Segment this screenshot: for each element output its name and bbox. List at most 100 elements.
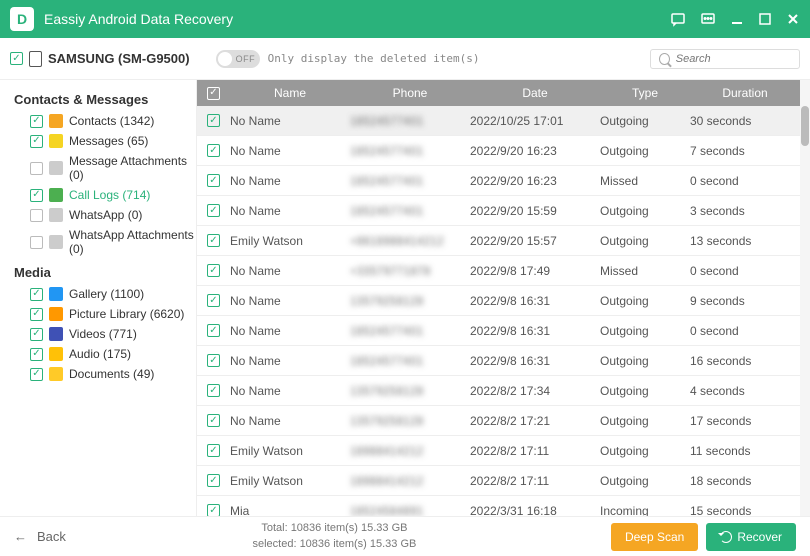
sidebar-item-label: Audio (175): [69, 347, 131, 361]
table-row[interactable]: No Name185245774012022/9/20 16:23Missed0…: [197, 166, 800, 196]
table-row[interactable]: No Name135792581282022/9/8 16:31Outgoing…: [197, 286, 800, 316]
table-row[interactable]: No Name+335797718782022/9/8 17:49Missed0…: [197, 256, 800, 286]
comment-icon[interactable]: [700, 11, 716, 27]
scroll-thumb[interactable]: [801, 106, 809, 146]
cell-name: No Name: [230, 144, 350, 158]
sidebar-item-checkbox[interactable]: [30, 328, 43, 341]
table-row[interactable]: Emily Watson+86189884142122022/9/20 15:5…: [197, 226, 800, 256]
search-box[interactable]: [650, 49, 800, 69]
cell-name: No Name: [230, 324, 350, 338]
deep-scan-button[interactable]: Deep Scan: [611, 523, 698, 551]
sidebar-item-checkbox[interactable]: [30, 288, 43, 301]
cell-phone: 13579258128: [350, 414, 470, 428]
cell-phone: 18524577401: [350, 114, 470, 128]
cell-date: 2022/10/25 17:01: [470, 114, 600, 128]
row-checkbox[interactable]: [207, 444, 220, 457]
cell-phone: 18524577401: [350, 324, 470, 338]
sidebar-item-checkbox[interactable]: [30, 368, 43, 381]
col-date[interactable]: Date: [470, 86, 600, 100]
table-row[interactable]: Emily Watson189884142122022/8/2 17:11Out…: [197, 466, 800, 496]
row-checkbox[interactable]: [207, 234, 220, 247]
row-checkbox[interactable]: [207, 174, 220, 187]
sidebar-item[interactable]: Message Attachments (0): [14, 151, 196, 185]
maximize-icon[interactable]: [758, 12, 772, 26]
total-line: Total: 10836 item(s) 15.33 GB: [66, 521, 603, 536]
sidebar-item[interactable]: Contacts (1342): [14, 111, 196, 131]
cell-date: 2022/9/20 16:23: [470, 174, 600, 188]
phone-icon: [29, 51, 42, 67]
sidebar-item-checkbox[interactable]: [30, 236, 43, 249]
sidebar-item[interactable]: Gallery (1100): [14, 284, 196, 304]
close-icon[interactable]: [786, 12, 800, 26]
table-row[interactable]: Mia185245848912022/3/31 16:18Incoming15 …: [197, 496, 800, 516]
deleted-only-toggle[interactable]: OFF: [216, 50, 260, 68]
sidebar-item-checkbox[interactable]: [30, 189, 43, 202]
table-row[interactable]: No Name185245774012022/10/25 17:01Outgoi…: [197, 106, 800, 136]
recover-button[interactable]: Recover: [706, 523, 796, 551]
sidebar-item[interactable]: Videos (771): [14, 324, 196, 344]
row-checkbox[interactable]: [207, 264, 220, 277]
row-checkbox[interactable]: [207, 114, 220, 127]
cell-duration: 11 seconds: [690, 444, 800, 458]
device-checkbox[interactable]: [10, 52, 23, 65]
sidebar-item-checkbox[interactable]: [30, 162, 43, 175]
cell-phone: 18988414212: [350, 444, 470, 458]
col-type[interactable]: Type: [600, 86, 690, 100]
sidebar-item[interactable]: Audio (175): [14, 344, 196, 364]
sidebar-item-checkbox[interactable]: [30, 348, 43, 361]
col-phone[interactable]: Phone: [350, 86, 470, 100]
sidebar-item[interactable]: Messages (65): [14, 131, 196, 151]
cell-duration: 0 second: [690, 174, 800, 188]
content-pane: Name Phone Date Type Duration No Name185…: [196, 80, 810, 516]
row-checkbox[interactable]: [207, 384, 220, 397]
table-row[interactable]: No Name185245774012022/9/8 16:31Outgoing…: [197, 316, 800, 346]
sidebar-item-checkbox[interactable]: [30, 209, 43, 222]
select-all-checkbox[interactable]: [207, 87, 220, 100]
col-duration[interactable]: Duration: [690, 86, 800, 100]
toggle-knob: [218, 52, 232, 66]
table-row[interactable]: No Name185245774012022/9/20 15:59Outgoin…: [197, 196, 800, 226]
row-checkbox[interactable]: [207, 354, 220, 367]
back-button[interactable]: ← Back: [14, 529, 66, 544]
row-checkbox[interactable]: [207, 294, 220, 307]
recover-icon: [720, 531, 732, 543]
sidebar-item[interactable]: Call Logs (714): [14, 185, 196, 205]
sidebar-item-checkbox[interactable]: [30, 115, 43, 128]
row-checkbox[interactable]: [207, 144, 220, 157]
cell-type: Outgoing: [600, 204, 690, 218]
search-input[interactable]: [676, 53, 791, 65]
row-checkbox[interactable]: [207, 504, 220, 516]
sidebar-item[interactable]: Documents (49): [14, 364, 196, 384]
cell-type: Incoming: [600, 504, 690, 517]
row-checkbox[interactable]: [207, 324, 220, 337]
table-row[interactable]: Emily Watson189884142122022/8/2 17:11Out…: [197, 436, 800, 466]
sidebar-item-checkbox[interactable]: [30, 308, 43, 321]
row-checkbox[interactable]: [207, 474, 220, 487]
table-row[interactable]: No Name135792581282022/8/2 17:34Outgoing…: [197, 376, 800, 406]
sidebar-item[interactable]: WhatsApp (0): [14, 205, 196, 225]
cell-duration: 9 seconds: [690, 294, 800, 308]
sidebar-item-icon: [49, 134, 63, 148]
row-checkbox[interactable]: [207, 414, 220, 427]
minimize-icon[interactable]: [730, 12, 744, 26]
col-name[interactable]: Name: [230, 86, 350, 100]
cell-type: Missed: [600, 264, 690, 278]
selected-line: selected: 10836 item(s) 15.33 GB: [66, 537, 603, 552]
sidebar-item-checkbox[interactable]: [30, 135, 43, 148]
cell-name: No Name: [230, 294, 350, 308]
feedback-icon[interactable]: [670, 11, 686, 27]
sidebar-item-label: Picture Library (6620): [69, 307, 184, 321]
row-checkbox[interactable]: [207, 204, 220, 217]
sidebar-item[interactable]: WhatsApp Attachments (0): [14, 225, 196, 259]
sidebar-item-label: Messages (65): [69, 134, 148, 148]
sidebar-item-label: WhatsApp Attachments (0): [69, 228, 196, 256]
table-row[interactable]: No Name185245774012022/9/8 16:31Outgoing…: [197, 346, 800, 376]
cell-phone: 13579258128: [350, 384, 470, 398]
table-row[interactable]: No Name185245774012022/9/20 16:23Outgoin…: [197, 136, 800, 166]
sidebar-item[interactable]: Picture Library (6620): [14, 304, 196, 324]
call-logs-table: Name Phone Date Type Duration No Name185…: [197, 80, 800, 516]
scrollbar[interactable]: [800, 80, 810, 516]
table-row[interactable]: No Name135792581282022/8/2 17:21Outgoing…: [197, 406, 800, 436]
app-title: Eassiy Android Data Recovery: [44, 11, 670, 27]
cell-date: 2022/9/8 16:31: [470, 354, 600, 368]
